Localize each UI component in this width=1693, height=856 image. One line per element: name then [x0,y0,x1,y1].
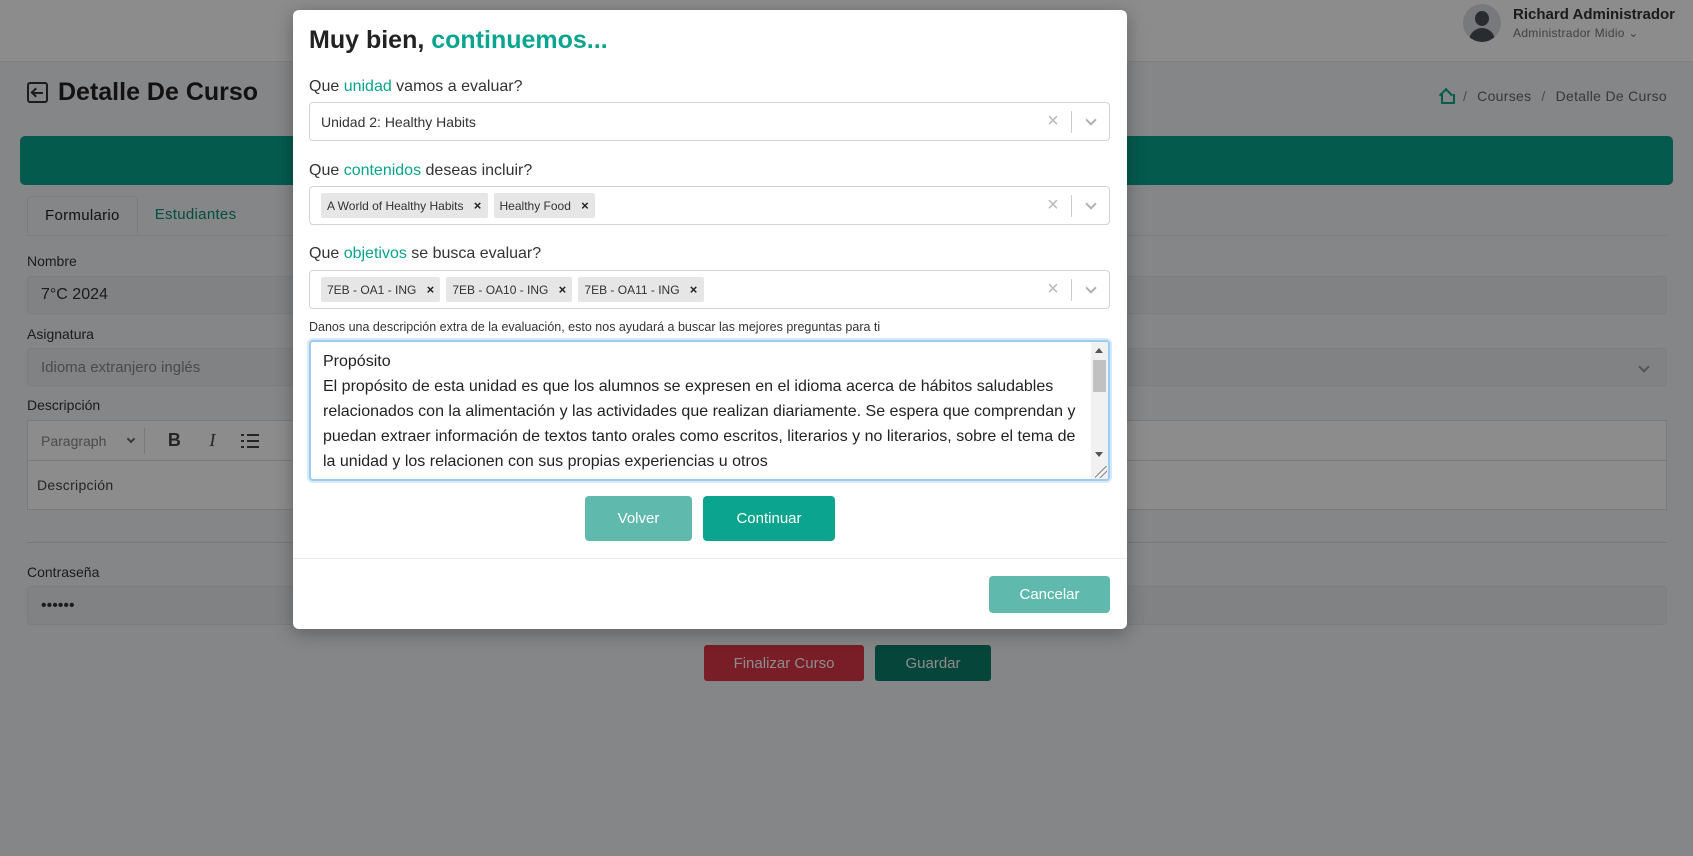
objective-chip: 7EB - OA10 - ING × [446,277,573,302]
objectives-question: Que objetivos se busca evaluar? [309,245,542,262]
unit-value: Unidad 2: Healthy Habits [321,113,476,130]
chevron-down-icon[interactable] [1072,113,1109,126]
scroll-down-icon[interactable] [1095,452,1103,457]
unit-question: Que unidad vamos a evaluar? [309,78,523,95]
chevron-down-icon[interactable] [1072,197,1109,210]
cancel-button[interactable]: Cancelar [989,576,1110,613]
content-chip: Healthy Food × [493,193,595,218]
extra-description-textarea[interactable]: Propósito El propósito de esta unidad es… [309,340,1110,481]
objective-chip: 7EB - OA1 - ING × [321,277,441,302]
remove-icon[interactable]: × [552,282,572,297]
modal-title: Muy bien, continuemos... [309,26,608,54]
resize-handle-icon[interactable] [1095,466,1107,478]
modal-footer-divider [293,558,1127,559]
remove-icon[interactable]: × [684,282,704,297]
remove-icon[interactable]: × [468,198,488,213]
back-button[interactable]: Volver [585,496,692,541]
clear-icon[interactable]: × [1035,194,1071,217]
objective-chip: 7EB - OA11 - ING × [578,277,704,302]
clear-icon[interactable]: × [1035,110,1071,133]
remove-icon[interactable]: × [420,282,440,297]
extra-description-text: Propósito El propósito de esta unidad es… [323,353,1076,470]
content-chip: A World of Healthy Habits × [321,193,488,218]
contents-question: Que contenidos deseas incluir? [309,162,533,179]
evaluation-modal: Muy bien, continuemos... Que unidad vamo… [293,10,1127,629]
continue-button[interactable]: Continuar [703,496,835,541]
remove-icon[interactable]: × [575,198,595,213]
textarea-scrollbar[interactable] [1091,342,1108,479]
objectives-select[interactable]: 7EB - OA1 - ING × 7EB - OA10 - ING × 7EB -… [309,270,1110,309]
contents-select[interactable]: A World of Healthy Habits × Healthy Food ×… [309,186,1110,225]
chevron-down-icon[interactable] [1072,281,1109,294]
scroll-up-icon[interactable] [1095,348,1103,353]
unit-select[interactable]: Unidad 2: Healthy Habits × [309,102,1110,141]
extra-description-label: Danos una descripción extra de la evalua… [309,320,881,334]
clear-icon[interactable]: × [1035,278,1071,301]
